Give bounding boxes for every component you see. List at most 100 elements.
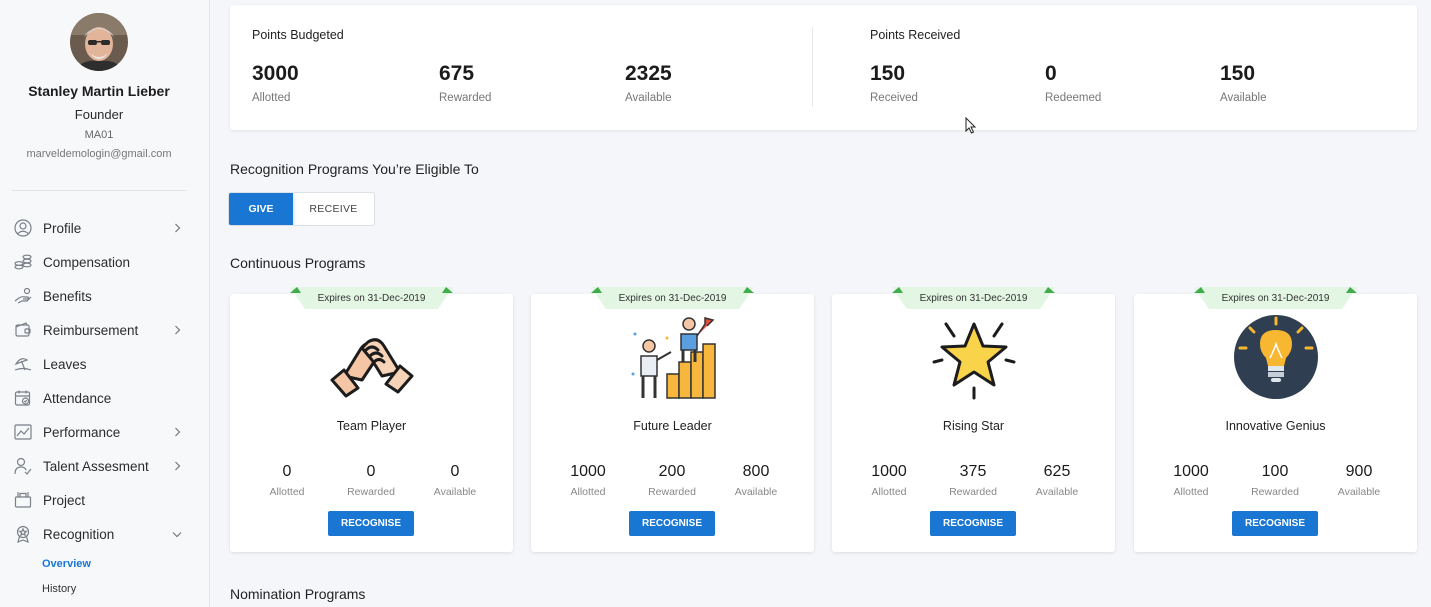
sidebar-subitem-overview[interactable]: Overview [0,551,210,576]
podium-leader-icon [627,314,719,400]
recognise-button[interactable]: RECOGNISE [1232,511,1318,536]
person-icon [13,456,33,476]
sidebar-item-attendance[interactable]: Attendance [0,381,210,415]
mouse-cursor-icon [965,116,977,139]
stat-value: 0 [366,463,376,480]
stat-label: Allotted [871,486,907,498]
receive-tab[interactable]: RECEIVE [293,193,374,225]
sidebar-subitem-history[interactable]: History [0,576,210,601]
user-name: Stanley Martin Lieber [28,83,170,99]
nomination-programs-title: Nomination Programs [230,586,366,602]
points-received-title: Points Received [870,28,961,42]
eligible-programs-title: Recognition Programs You’re Eligible To [230,161,479,177]
stat-value: 800 [742,463,770,480]
chevron-down-icon [172,529,182,539]
program-available: 0 Available [413,463,497,498]
recognise-button[interactable]: RECOGNISE [930,511,1016,536]
sidebar-item-label: Project [43,492,86,508]
points-budgeted-title: Points Budgeted [252,28,344,42]
sidebar-item-project[interactable]: Project [0,483,210,517]
sidebar-item-label: Profile [43,220,82,236]
stat-value: 3000 [252,62,299,85]
recognise-button[interactable]: RECOGNISE [328,511,414,536]
program-name: Team Player [336,419,407,433]
hand-icon [13,286,33,306]
sidebar-item-label: Reimbursement [43,322,139,338]
sidebar-item-label: Performance [43,424,121,440]
sidebar-item-talent-assesment[interactable]: Talent Assesment [0,449,210,483]
stat-value: 675 [439,62,475,85]
program-allotted: 1000 Allotted [1149,463,1233,498]
sidebar-item-performance[interactable]: Performance [0,415,210,449]
sidebar-item-recognition[interactable]: Recognition [0,517,210,551]
star-icon [928,314,1020,400]
award-icon [13,524,33,544]
stat-label: Allotted [1173,486,1209,498]
stat-label: Allotted [252,92,291,104]
stat-value: 1000 [1173,463,1209,480]
stat-value: 2325 [625,62,672,85]
stat-value: 150 [1220,62,1256,85]
stat-label: Redeemed [1045,92,1102,104]
beach-icon [13,354,33,374]
stat-label: Available [433,486,477,498]
sidebar-divider [12,190,186,191]
stat-value: 100 [1261,463,1289,480]
budgeted-available-stat: 2325 Available [625,62,672,104]
program-allotted: 1000 Allotted [847,463,931,498]
sidebar-item-label: Compensation [43,254,131,270]
continuous-programs-title: Continuous Programs [230,255,366,271]
expiry-ribbon: Expires on 31-Dec-2019 [892,287,1055,309]
sidebar-item-compensation[interactable]: Compensation [0,245,210,279]
stat-value: 0 [450,463,460,480]
sidebar-item-profile[interactable]: Profile [0,211,210,245]
wallet-icon [13,320,33,340]
stats-divider [812,27,813,107]
sidebar-item-reimbursement[interactable]: Reimbursement [0,313,210,347]
expiry-text: Expires on 31-Dec-2019 [317,292,426,304]
sidebar-item-benefits[interactable]: Benefits [0,279,210,313]
program-rewarded: 100 Rewarded [1233,463,1317,498]
program-rewarded: 200 Rewarded [630,463,714,498]
lightbulb-icon [1230,314,1322,400]
program-available: 800 Available [714,463,798,498]
stat-value: 1000 [871,463,907,480]
program-allotted: 0 Allotted [245,463,329,498]
stat-label: Rewarded [1251,486,1299,498]
program-available: 900 Available [1317,463,1401,498]
expiry-ribbon: Expires on 31-Dec-2019 [591,287,754,309]
sidebar-item-label: Benefits [43,288,92,304]
sidebar-item-label: Talent Assesment [43,458,149,474]
stat-value: 625 [1043,463,1071,480]
expiry-ribbon: Expires on 31-Dec-2019 [290,287,453,309]
chevron-right-icon [172,461,182,471]
program-name: Rising Star [942,419,1005,433]
sidebar-item-label: Recognition [43,526,115,542]
user-code: MA01 [84,129,114,141]
stat-label: Available [734,486,778,498]
briefcase-icon [13,490,33,510]
sidebar-nav: Profile Compensation Benefits Reimbursem… [0,211,210,601]
recognise-button[interactable]: RECOGNISE [629,511,715,536]
avatar[interactable] [70,13,128,71]
user-circle-icon [13,218,33,238]
sidebar-item-leaves[interactable]: Leaves [0,347,210,381]
stat-label: Rewarded [648,486,696,498]
received-available-stat: 150 Available [1220,62,1266,104]
stat-label: Allotted [570,486,606,498]
expiry-text: Expires on 31-Dec-2019 [1221,292,1330,304]
sidebar-item-label: Attendance [43,390,112,406]
received-received-stat: 150 Received [870,62,918,104]
sidebar-item-label: Leaves [43,356,87,372]
program-name: Future Leader [633,419,712,433]
give-receive-toggle: GIVE RECEIVE [228,192,375,226]
handshake-icon [326,314,418,400]
user-email: marveldemologin@gmail.com [26,148,172,160]
stat-value: 200 [658,463,686,480]
give-tab[interactable]: GIVE [229,193,293,225]
stat-label: Received [870,92,918,104]
received-redeemed-stat: 0 Redeemed [1045,62,1101,104]
stat-value: 1000 [570,463,606,480]
program-rewarded: 375 Rewarded [931,463,1015,498]
stat-label: Available [625,92,672,104]
